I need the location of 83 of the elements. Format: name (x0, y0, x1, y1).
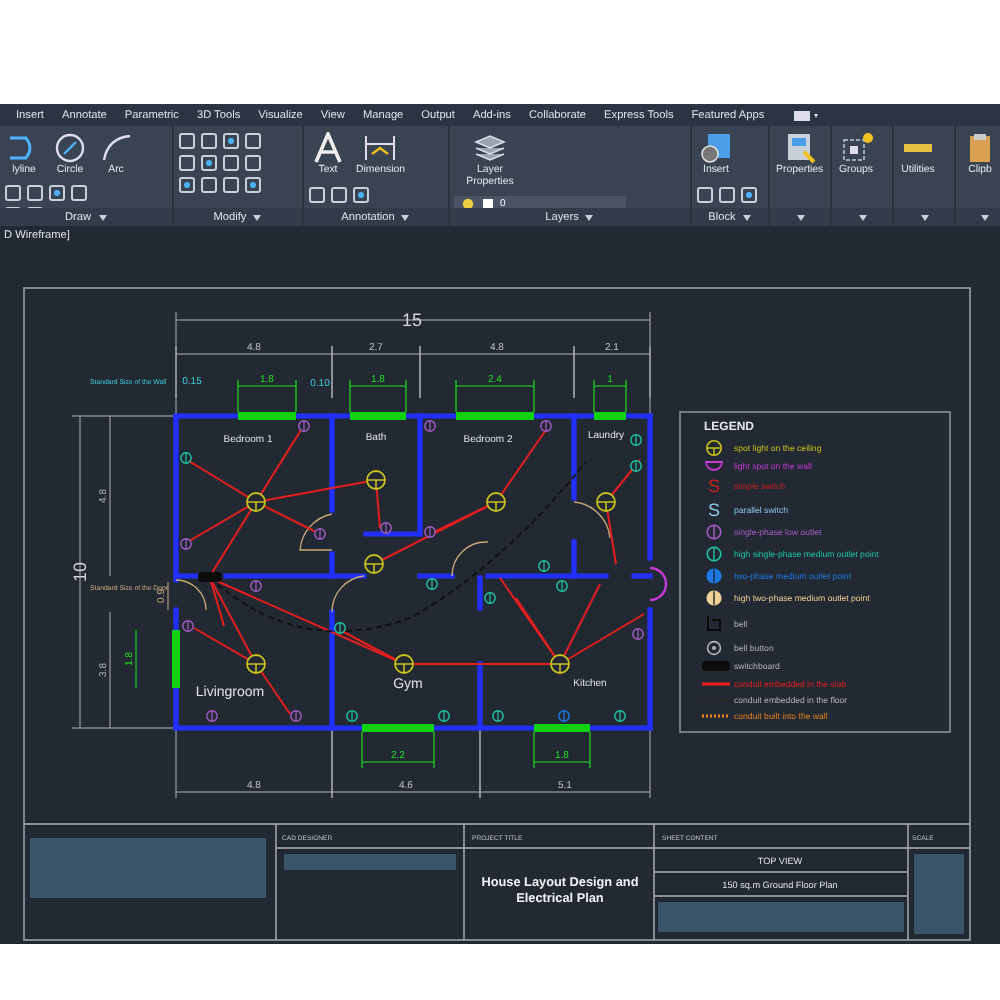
panel-title-bar[interactable] (770, 208, 830, 226)
tool-icon[interactable] (244, 176, 262, 194)
arc-icon (98, 132, 134, 164)
caret-icon (919, 213, 929, 221)
panel-title-bar[interactable] (894, 208, 954, 226)
tool-icon[interactable] (222, 132, 240, 150)
caret-icon (980, 213, 990, 221)
tool-icon[interactable] (200, 154, 218, 172)
tool-icon[interactable] (740, 186, 758, 205)
caret-icon (795, 213, 805, 221)
ceiling-light-icon (366, 470, 386, 490)
outlet-icon (540, 420, 552, 432)
outlet-icon (492, 710, 504, 722)
ceiling-light-icon (364, 554, 384, 574)
window-opening (362, 724, 434, 732)
wall-light-icon (649, 566, 668, 602)
window-opening (350, 412, 406, 420)
tool-icon[interactable] (352, 186, 370, 205)
outlet-icon (706, 568, 722, 584)
window-opening (456, 412, 534, 420)
outlet-icon (632, 628, 644, 640)
outlet-icon (380, 522, 392, 534)
tool-icon[interactable] (178, 176, 196, 194)
ceiling-light-icon (550, 654, 570, 674)
groups-icon (838, 132, 874, 164)
switch-symbol: S (708, 476, 720, 496)
outlet-icon (180, 452, 192, 464)
outlet-icon (558, 710, 570, 722)
ceiling-light-icon (706, 440, 722, 456)
window-opening (534, 724, 590, 732)
bell-button-icon (706, 640, 722, 656)
panel-title-bar[interactable] (956, 208, 1000, 226)
outlet-icon (630, 460, 642, 472)
caret-icon (252, 213, 263, 221)
workspace-icon[interactable] (794, 109, 819, 121)
switch-symbol: S (708, 500, 720, 520)
text-icon (310, 132, 346, 164)
outlet-icon (484, 592, 496, 604)
dimension-text: 10 (70, 562, 90, 582)
ceiling-light-icon (394, 654, 414, 674)
outlet-icon (630, 434, 642, 446)
panel-title-bar[interactable] (832, 208, 892, 226)
tool-icon[interactable] (48, 183, 66, 202)
ceiling-light-icon (246, 492, 266, 512)
outlet-icon (424, 526, 436, 538)
switchboard-icon (198, 572, 222, 582)
outlet-icon (206, 710, 218, 722)
outlet-icon (290, 710, 302, 722)
tool-icon[interactable] (70, 183, 88, 202)
ceiling-light-icon (596, 492, 616, 512)
outlet-icon (556, 580, 568, 592)
outlet-icon (424, 420, 436, 432)
outlet-icon (706, 546, 722, 562)
window-opening (594, 412, 626, 420)
outlet-icon (614, 710, 626, 722)
outlet-icon (706, 524, 722, 540)
ceiling-light-icon (246, 654, 266, 674)
caret-icon (400, 213, 411, 221)
outlet-icon (314, 528, 326, 540)
outlet-icon (180, 538, 192, 550)
outlet-icon (706, 590, 722, 606)
outlet-icon (538, 560, 550, 572)
layers-icon (472, 132, 508, 164)
outlet-icon (426, 578, 438, 590)
circle-icon (52, 132, 88, 164)
redacted-block (914, 854, 964, 934)
dimension-text: 15 (402, 310, 422, 330)
caret-icon (741, 213, 752, 221)
outlet-icon (438, 710, 450, 722)
dimension-icon (362, 132, 399, 164)
window-opening (172, 630, 180, 688)
outlet-icon (250, 580, 262, 592)
outlet-icon (298, 420, 310, 432)
insert-icon (698, 132, 734, 164)
caret-icon (97, 213, 108, 221)
ceiling-light-icon (486, 492, 506, 512)
caret-icon (857, 213, 867, 221)
caret-icon (584, 213, 595, 221)
outlet-icon (334, 622, 346, 634)
window-opening (238, 412, 296, 420)
light-bulb-icon (460, 197, 476, 208)
outlet-icon (182, 620, 194, 632)
outlet-icon (346, 710, 358, 722)
